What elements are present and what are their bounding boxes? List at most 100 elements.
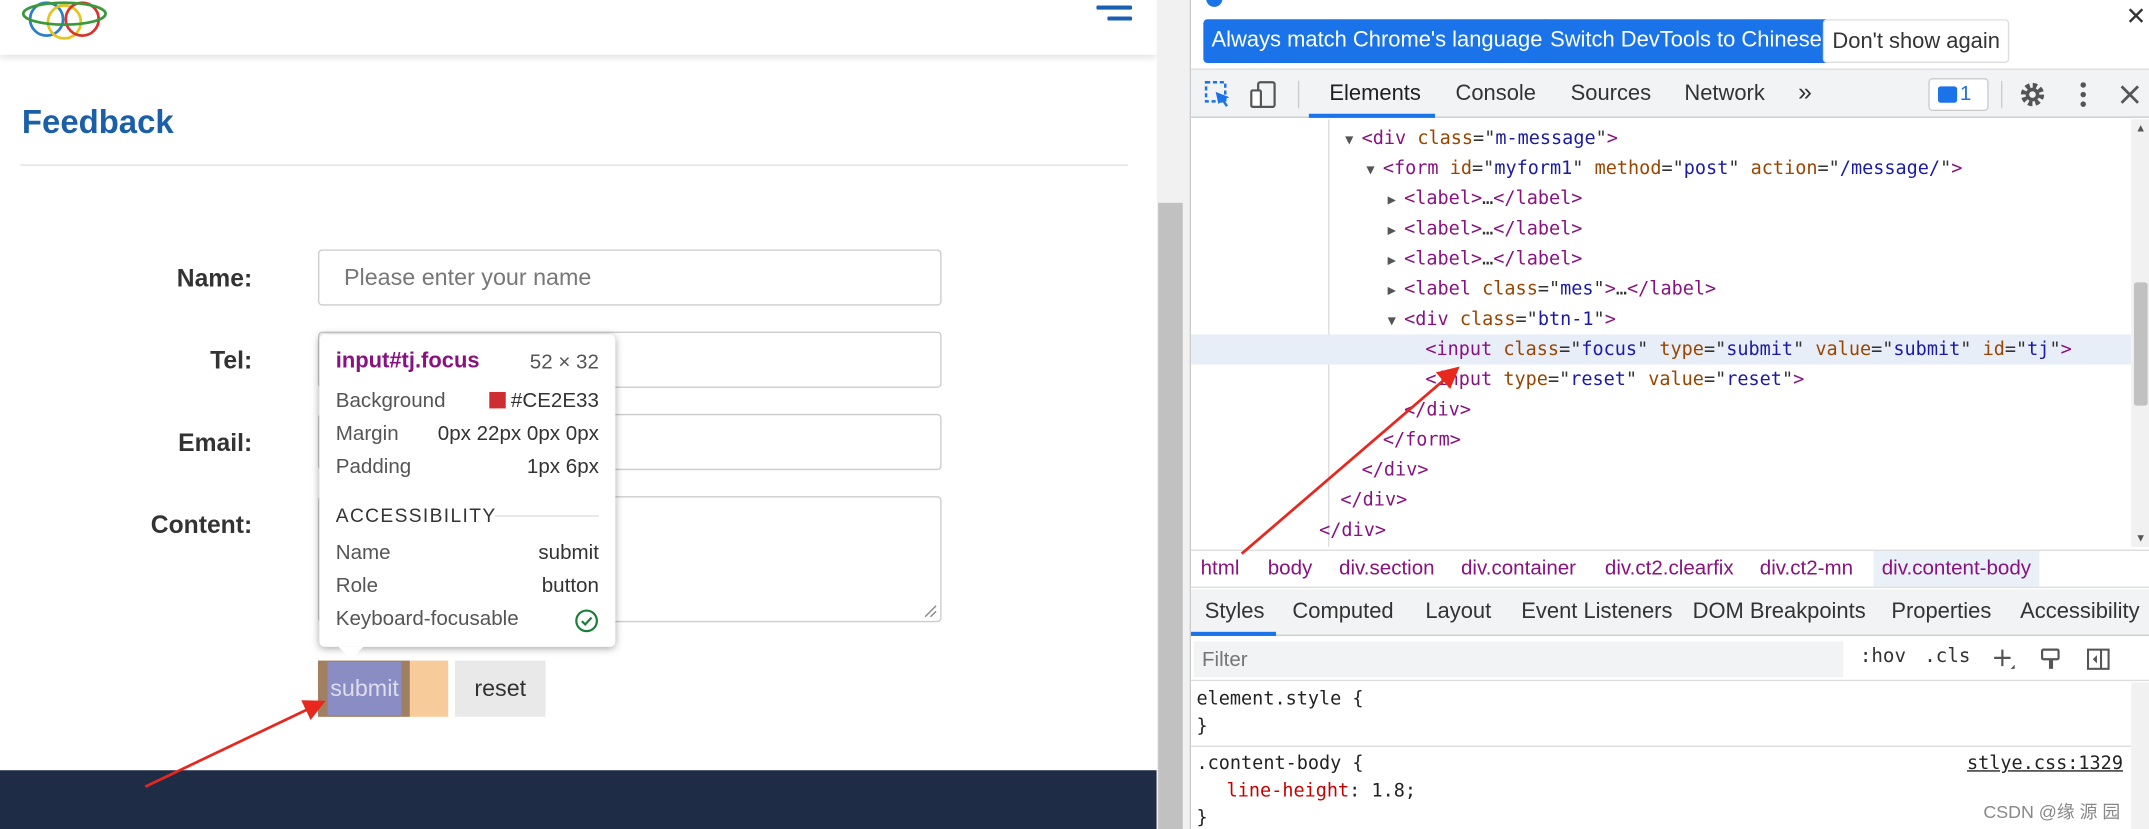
dom-node[interactable]: </div> [1191, 395, 2131, 425]
submit-button[interactable]: submit [327, 661, 402, 716]
active-tab-indicator [1308, 113, 1435, 118]
dom-node[interactable]: ▼ <div class="btn-1"> [1191, 304, 2131, 334]
subtab-styles[interactable]: Styles [1205, 600, 1265, 625]
tab-network[interactable]: Network [1684, 82, 1764, 107]
dom-node[interactable]: ▶ <label class="mes">…</label> [1191, 274, 2131, 304]
inspect-element-icon[interactable] [1203, 79, 1233, 109]
tab-elements[interactable]: Elements [1329, 82, 1420, 107]
email-label: Email: [178, 428, 253, 457]
dom-node[interactable]: <input type="reset" value="reset"> [1191, 365, 2131, 395]
css-declaration[interactable]: line-height: 1.8; [1227, 777, 1416, 804]
site-footer [0, 770, 1157, 829]
tooltip-row-name: Name submit [336, 541, 599, 571]
issues-badge[interactable]: 1 [1928, 78, 1989, 112]
dom-node[interactable]: ▶ <label>…</label> [1191, 184, 2131, 214]
language-infobar: Always match Chrome's language Switch De… [1190, 0, 2149, 69]
close-icon[interactable]: ✕ [2126, 3, 2147, 32]
tooltip-selector: input#tj.focus [335, 349, 480, 373]
close-devtools-icon[interactable] [2115, 79, 2145, 109]
breadcrumb-item[interactable]: div.section [1339, 556, 1435, 579]
tooltip-row-margin: Margin 0px 22px 0px 0px [336, 422, 599, 452]
subtab-accessibility[interactable]: Accessibility [2020, 600, 2139, 625]
dom-node[interactable]: ▼ <form id="myform1" method="post" action… [1191, 154, 2131, 184]
breadcrumb-item[interactable]: div.container [1461, 556, 1576, 579]
rule-selector: .content-body { [1196, 752, 1364, 775]
subtab-dom-breakpoints[interactable]: DOM Breakpoints [1693, 600, 1866, 625]
toolbar-divider [2000, 80, 2003, 109]
stylesheet-link[interactable]: stlye.css:1329 [1967, 750, 2123, 777]
hov-toggle[interactable]: :hov [1860, 646, 1906, 668]
toggle-sidebar-icon[interactable] [2086, 647, 2111, 672]
breadcrumb: html body div.section div.container div.… [1190, 549, 2149, 588]
breadcrumb-item[interactable]: div.ct2.clearfix [1605, 556, 1734, 579]
styles-filter-input[interactable] [1193, 641, 1844, 678]
tooltip-row-background: Background #CE2E33 [336, 389, 599, 419]
closing-brace: } [1196, 807, 1208, 829]
cls-toggle[interactable]: .cls [1924, 646, 1970, 668]
element-style-rule: element.style { [1196, 688, 1364, 710]
subtab-event-listeners[interactable]: Event Listeners [1521, 600, 1672, 625]
color-swatch-icon [488, 391, 506, 409]
dont-show-again-button[interactable]: Don't show again [1822, 19, 2010, 64]
active-subtab-indicator [1190, 631, 1276, 636]
settings-gear-icon[interactable] [2017, 79, 2047, 109]
dom-node[interactable]: </div> [1191, 455, 2131, 485]
name-label: Name: [176, 264, 253, 292]
add-rule-icon[interactable] [1991, 647, 2016, 672]
info-icon [1206, 0, 1223, 7]
dom-node[interactable]: ▼ <div class="m-message"> [1191, 123, 2131, 153]
switch-chinese-button[interactable]: Switch DevTools to Chinese [1541, 19, 1831, 64]
paint-brush-icon[interactable] [2039, 647, 2064, 672]
more-tabs-icon[interactable]: » [1798, 78, 1812, 107]
tooltip-pointer [338, 646, 364, 660]
dom-node[interactable]: </form> [1191, 425, 2131, 455]
breadcrumb-item[interactable]: html [1201, 556, 1240, 579]
tooltip-value: submit [538, 541, 599, 565]
dom-scrollbar-thumb[interactable] [2133, 282, 2148, 406]
more-options-icon[interactable] [2068, 79, 2098, 109]
page-scrollbar-thumb[interactable] [1158, 202, 1183, 829]
resize-grip-icon[interactable] [924, 604, 938, 618]
scroll-up-icon[interactable]: ▲ [2135, 122, 2146, 134]
scroll-down-icon[interactable]: ▼ [2135, 532, 2146, 544]
subtab-computed[interactable]: Computed [1292, 600, 1393, 625]
tooltip-key: Keyboard-focusable [335, 607, 519, 631]
styles-filter-bar: :hov .cls [1190, 637, 2149, 682]
tab-console[interactable]: Console [1456, 82, 1536, 107]
tooltip-key: Background [335, 389, 446, 413]
breadcrumb-item[interactable]: div.ct2-mn [1760, 556, 1853, 579]
device-toolbar-icon[interactable] [1249, 79, 1279, 109]
watermark: CSDN @缘 源 园 [1983, 801, 2121, 823]
tab-sources[interactable]: Sources [1571, 82, 1651, 107]
styles-pane[interactable]: element.style { } .content-body { stlye.… [1190, 682, 2132, 829]
menu-icon[interactable] [1096, 5, 1133, 30]
tel-label: Tel: [210, 346, 253, 375]
issues-count: 1 [1959, 82, 1972, 106]
breadcrumb-item-selected[interactable]: div.content-body [1873, 550, 2040, 587]
match-language-button[interactable]: Always match Chrome's language [1203, 19, 1551, 64]
subtab-layout[interactable]: Layout [1425, 600, 1491, 625]
css-value: 1.8; [1371, 779, 1417, 802]
site-header [0, 0, 1157, 55]
dom-node-selected[interactable]: <input class="focus" type="submit" value… [1190, 334, 2132, 365]
styles-subtabs: Styles Computed Layout Event Listeners D… [1190, 589, 2149, 636]
dom-tree[interactable]: ▼ <div class="m-message"> ▼ <form id="myfor… [1190, 119, 2132, 547]
subtab-properties[interactable]: Properties [1891, 600, 1991, 625]
dom-node[interactable]: ▶ <label>…</label> [1191, 214, 2131, 244]
dom-node[interactable]: </div> [1191, 485, 2131, 515]
inspect-tooltip: input#tj.focus 52 × 32 Background #CE2E3… [319, 334, 616, 660]
message-icon [1937, 86, 1958, 103]
dom-node[interactable]: </div> [1191, 515, 2131, 545]
title-divider [20, 164, 1128, 166]
tooltip-size: 52 × 32 [529, 350, 599, 375]
site-logo[interactable] [19, 0, 109, 41]
name-input[interactable] [317, 249, 942, 306]
reset-button[interactable]: reset [455, 660, 546, 717]
check-circle-icon [575, 609, 598, 633]
tooltip-value: button [541, 574, 599, 598]
styles-scrollbar[interactable] [2131, 682, 2149, 829]
devtools-panel: Always match Chrome's language Switch De… [1189, 0, 2149, 829]
dom-node[interactable]: ▶ <label>…</label> [1191, 244, 2131, 274]
devtools-tabstrip: Elements Console Sources Network » 1 [1190, 68, 2149, 118]
breadcrumb-item[interactable]: body [1268, 556, 1313, 579]
